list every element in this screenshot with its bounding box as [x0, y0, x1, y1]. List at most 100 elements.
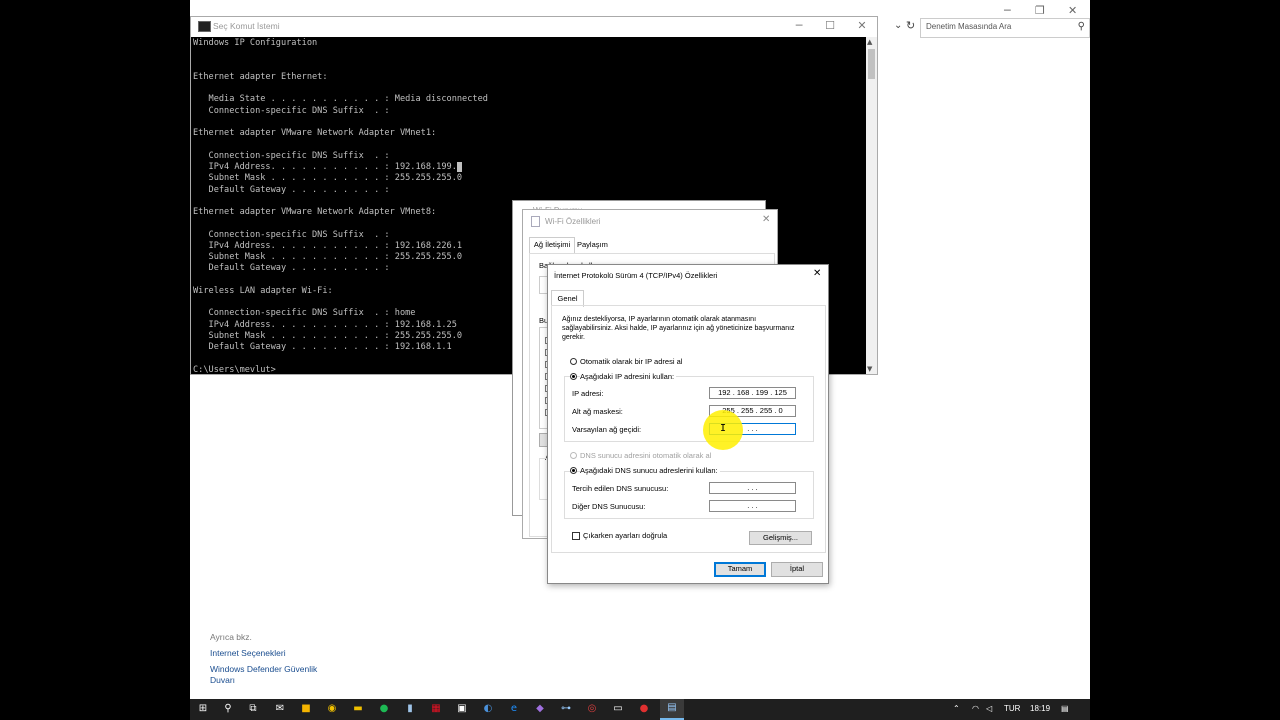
cp-toolbar: ⌄ ↻ Denetim Masasında Ara ⚲ [878, 18, 1090, 38]
action-center-icon[interactable]: ▤ [1061, 704, 1069, 713]
mask-label: Alt ağ maskesi: [572, 407, 623, 416]
cmd-line: C:\Users\mevlut> [193, 364, 276, 375]
cmd-line: Default Gateway . . . . . . . . . : [193, 263, 390, 274]
cp-close-button[interactable]: ✕ [1068, 4, 1077, 17]
folder-icon[interactable]: ■ [300, 703, 312, 715]
search-icon[interactable]: ⚲ [1078, 21, 1085, 32]
description-line: sağlayabilirsiniz. Aksi halde, IP ayarla… [562, 325, 795, 332]
control-panel-icon[interactable]: ▤ [666, 702, 678, 714]
radio-manual-ip-label: Aşağıdaki IP adresini kullan: [580, 372, 677, 381]
cmd-line: Default Gateway . . . . . . . . . : 192.… [193, 342, 452, 353]
link-internet-options[interactable]: Internet Seçenekleri [210, 648, 286, 658]
cmd-line: Wireless LAN adapter Wi-Fi: [193, 285, 333, 296]
radio-manual-dns[interactable] [570, 467, 577, 474]
cmd-line: Subnet Mask . . . . . . . . . . . : 255.… [193, 331, 463, 342]
cmd-close-button[interactable]: ✕ [852, 19, 872, 32]
cmd-line: Connection-specific DNS Suffix . : home [193, 308, 416, 319]
search-input[interactable]: Denetim Masasında Ara ⚲ [920, 18, 1090, 38]
chrome-icon[interactable]: ◉ [326, 703, 338, 715]
record-icon[interactable]: ● [638, 703, 650, 715]
cmd-taskbar-icon[interactable]: ▭ [612, 703, 624, 715]
validate-checkbox[interactable] [572, 532, 580, 540]
cmd-line: Connection-specific DNS Suffix . : [193, 105, 390, 116]
ok-button[interactable]: Tamam [714, 562, 766, 577]
tray-chevron-icon[interactable]: ⌃ [953, 704, 960, 713]
cmd-titlebar[interactable]: Seç Komut İstemi ─ ☐ ✕ [191, 17, 877, 37]
radio-auto-dns[interactable] [570, 452, 577, 459]
gateway-label: Varsayılan ağ geçidi: [572, 425, 642, 434]
link-defender-firewall-cont[interactable]: Duvarı [210, 675, 235, 685]
cmd-icon [198, 21, 211, 32]
preferred-dns-field[interactable]: . . . [709, 482, 796, 494]
ip-address-field[interactable]: 192 . 168 . 199 . 125 [709, 387, 796, 399]
radio-manual-dns-label: Aşağıdaki DNS sunucu adreslerini kullan: [580, 466, 720, 475]
cmd-line: Ethernet adapter VMware Network Adapter … [193, 207, 437, 218]
mail-icon[interactable]: ✉ [274, 703, 286, 715]
cmd-minimize-button[interactable]: ─ [789, 19, 809, 32]
file-explorer-icon[interactable]: ▬ [352, 703, 364, 715]
tcp-ipv4-dialog: İnternet Protokolü Sürüm 4 (TCP/IPv4) Öz… [547, 264, 829, 584]
task-view-icon[interactable]: ⧉ [247, 703, 259, 715]
scroll-thumb[interactable] [868, 49, 875, 79]
text-cursor-icon: I [720, 423, 727, 434]
edge-icon[interactable]: e [508, 703, 520, 715]
ip-label: IP adresi: [572, 389, 604, 398]
tab-sharing[interactable]: Paylaşım [577, 240, 608, 249]
link-defender-firewall[interactable]: Windows Defender Güvenlik [210, 664, 317, 674]
see-also-title: Ayrıca bkz. [210, 632, 252, 642]
advanced-button[interactable]: Gelişmiş... [749, 531, 812, 545]
description-line: Ağınız destekliyorsa, IP ayarlarının oto… [562, 316, 757, 323]
start-windows-icon[interactable]: ⊞ [197, 703, 209, 715]
spotify-icon[interactable]: ● [378, 703, 390, 715]
search-icon[interactable]: ⚲ [222, 703, 234, 715]
text-selection-cursor [456, 161, 463, 172]
preferred-dns-label: Tercih edilen DNS sunucusu: [572, 484, 669, 493]
tcp-title: İnternet Protokolü Sürüm 4 (TCP/IPv4) Öz… [554, 271, 718, 280]
network-icon[interactable]: ◐ [482, 703, 494, 715]
cmd-line: Subnet Mask . . . . . . . . . . . : 255.… [193, 252, 463, 263]
cancel-button[interactable]: İptal [771, 562, 823, 577]
visual-studio-icon[interactable]: ◆ [534, 703, 546, 715]
cmd-line: Ethernet adapter VMware Network Adapter … [193, 128, 437, 139]
scroll-up-icon[interactable]: ▲ [867, 38, 872, 46]
cmd-line: Subnet Mask . . . . . . . . . . . : 255.… [193, 173, 463, 184]
cmd-scrollbar[interactable]: ▲ ▼ [866, 37, 877, 374]
cmd-title: Seç Komut İstemi [213, 21, 280, 31]
cmd-line: Connection-specific DNS Suffix . : [193, 150, 390, 161]
wifi-props-title: Wi-Fi Özellikleri [545, 217, 601, 226]
alternate-dns-label: Diğer DNS Sunucusu: [572, 502, 646, 511]
alternate-dns-field[interactable]: . . . [709, 500, 796, 512]
chevron-down-icon[interactable]: ⌄ [894, 20, 902, 31]
close-icon[interactable]: ✕ [762, 214, 770, 225]
cmd-line: Ethernet adapter Ethernet: [193, 71, 328, 82]
tab-networking[interactable]: Ağ İletişimi [529, 237, 575, 254]
cmd-maximize-button[interactable]: ☐ [820, 19, 840, 32]
volume-icon[interactable]: ◁ [986, 704, 992, 713]
active-app-tile[interactable]: ▤ [660, 699, 684, 720]
calendar-icon[interactable]: ▦ [430, 703, 442, 715]
cmd-line: IPv4 Address. . . . . . . . . . . : 192.… [193, 240, 463, 251]
media-icon[interactable]: ◎ [586, 703, 598, 715]
store-icon[interactable]: ▣ [456, 703, 468, 715]
cp-minimize-button[interactable]: ─ [1004, 4, 1011, 17]
cmd-line: Default Gateway . . . . . . . . . : [193, 184, 390, 195]
close-icon[interactable]: ✕ [813, 268, 821, 279]
clock[interactable]: 18:19 [1030, 704, 1050, 713]
search-placeholder: Denetim Masasında Ara [926, 22, 1012, 31]
language-indicator[interactable]: TUR [1004, 704, 1020, 713]
cp-restore-button[interactable]: ❐ [1035, 4, 1045, 17]
cmd-line: IPv4 Address. . . . . . . . . . . : 192.… [193, 319, 457, 330]
cmd-line: Windows IP Configuration [193, 38, 318, 48]
vpn-icon[interactable]: ⊶ [560, 703, 572, 715]
radio-auto-ip[interactable] [570, 358, 577, 365]
scroll-down-icon[interactable]: ▼ [867, 365, 872, 373]
taskbar: ⊞ ⚲ ⧉ ✉ ■ ◉ ▬ ● ▮ ▦ ▣ ◐ e ◆ ⊶ ◎ ▭ ● ▤ ⌃ … [190, 699, 1090, 720]
radio-manual-ip[interactable] [570, 373, 577, 380]
description-line: gerekir. [562, 334, 585, 341]
wifi-tray-icon[interactable]: ◠ [972, 704, 979, 713]
cmd-line: Connection-specific DNS Suffix . : [193, 229, 390, 240]
radio-auto-ip-label: Otomatik olarak bir IP adresi al [580, 357, 683, 366]
cmd-line: IPv4 Address. . . . . . . . . . . : 192.… [193, 161, 463, 173]
notepad-icon[interactable]: ▮ [404, 703, 416, 715]
refresh-icon[interactable]: ↻ [906, 19, 915, 32]
